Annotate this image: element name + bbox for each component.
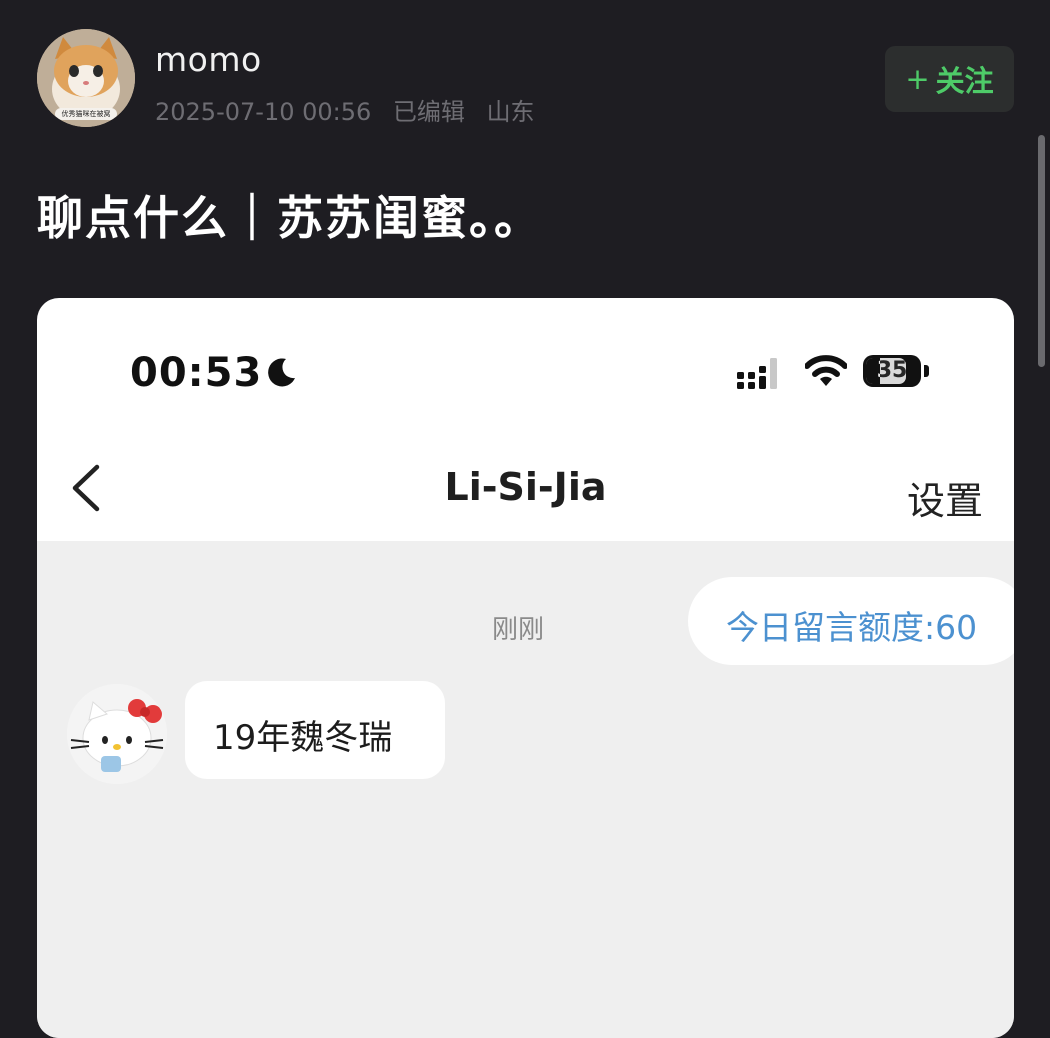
follow-label: 关注 xyxy=(935,64,994,98)
post-title: 聊点什么｜苏苏闺蜜。。 xyxy=(37,191,542,245)
scrollbar[interactable] xyxy=(1038,135,1045,367)
settings-button[interactable]: 设置 xyxy=(907,470,983,525)
follow-plus: + xyxy=(905,62,930,96)
quota-banner: 今日留言额度:60 xyxy=(688,577,1014,665)
cellular-signal-icon xyxy=(737,358,777,389)
embedded-screenshot[interactable]: 00:53 35 Li-Si-Jia 设置 刚刚 今日留言额度:60 19年魏冬… xyxy=(37,298,1014,1038)
message-bubble[interactable]: 19年魏冬瑞 xyxy=(185,681,445,779)
battery-level: 35 xyxy=(876,358,908,383)
contact-avatar[interactable] xyxy=(67,684,167,784)
username[interactable]: momo xyxy=(155,40,262,79)
message-text: 19年魏冬瑞 xyxy=(213,718,393,758)
user-avatar[interactable]: 优秀猫咪在被窝 xyxy=(37,29,135,127)
post-meta: 2025-07-10 00:56 已编辑 山东 xyxy=(155,92,549,127)
message-time: 刚刚 xyxy=(492,615,545,645)
moon-icon xyxy=(268,358,295,387)
post-header: 优秀猫咪在被窝 momo 2025-07-10 00:56 已编辑 山东 + 关… xyxy=(0,0,1050,150)
battery-tip xyxy=(924,365,929,377)
location-label: 山东 xyxy=(486,98,535,126)
status-time: 00:53 xyxy=(130,350,263,396)
battery-icon: 35 xyxy=(863,355,921,387)
hello-kitty-avatar-image xyxy=(67,684,167,784)
quota-text: 今日留言额度:60 xyxy=(726,608,978,647)
post-date: 2025-07-10 00:56 xyxy=(155,98,372,126)
edited-label: 已编辑 xyxy=(392,98,465,126)
wifi-icon xyxy=(805,355,847,386)
follow-button[interactable]: + 关注 xyxy=(885,46,1014,112)
chat-title: Li-Si-Jia xyxy=(444,465,607,509)
chat-area[interactable]: 刚刚 今日留言额度:60 19年魏冬瑞 xyxy=(37,541,1014,1038)
avatar-caption: 优秀猫咪在被窝 xyxy=(55,108,117,120)
